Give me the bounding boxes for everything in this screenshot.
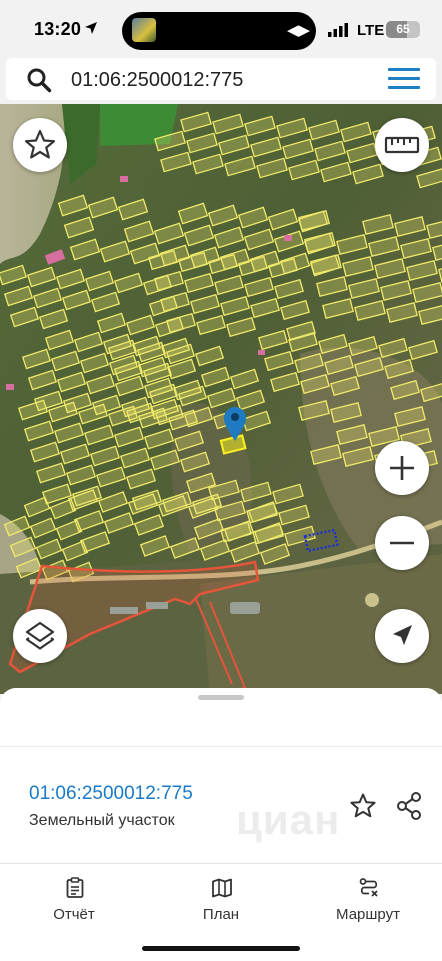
ruler-button[interactable] xyxy=(375,118,429,172)
sheet-divider xyxy=(0,746,442,747)
my-location-button[interactable] xyxy=(375,609,429,663)
search-input[interactable]: 01:06:2500012:775 xyxy=(71,69,243,92)
signal-icon xyxy=(328,23,348,37)
now-playing-thumbnail xyxy=(132,18,156,42)
tab-plan-label: План xyxy=(202,906,240,923)
layers-icon[interactable] xyxy=(13,609,67,663)
status-bar: 13:20 ◀▶ LTE 65 xyxy=(0,0,442,58)
sheet-drag-handle[interactable] xyxy=(198,695,244,700)
tab-report-label: Отчёт xyxy=(53,906,95,923)
tab-route-label: Маршрут xyxy=(336,906,400,923)
report-icon xyxy=(66,877,84,898)
map-plan-icon xyxy=(212,878,232,898)
favorite-button[interactable] xyxy=(13,118,67,172)
share-icon[interactable] xyxy=(395,791,423,821)
object-type-label: Земельный участок xyxy=(29,812,175,829)
navigation-arrow-icon[interactable] xyxy=(375,609,429,663)
tab-route[interactable]: Маршрут xyxy=(298,864,438,934)
search-icon[interactable] xyxy=(26,67,52,93)
location-arrow-icon xyxy=(85,22,97,34)
cadastral-number-link[interactable]: 01:06:2500012:775 xyxy=(29,783,193,805)
zoom-out-button[interactable] xyxy=(375,516,429,570)
route-icon xyxy=(359,878,378,897)
search-bar[interactable]: 01:06:2500012:775 xyxy=(6,58,436,100)
zoom-in-button[interactable] xyxy=(375,441,429,495)
layers-button[interactable] xyxy=(13,609,67,663)
tab-report[interactable]: Отчёт xyxy=(4,864,144,934)
dynamic-island: ◀▶ xyxy=(122,12,316,50)
menu-icon[interactable] xyxy=(388,68,420,90)
ruler-icon[interactable] xyxy=(375,118,429,172)
zoom-in-icon[interactable] xyxy=(375,441,429,495)
star-icon[interactable] xyxy=(13,118,67,172)
tab-plan[interactable]: План xyxy=(151,864,291,934)
bottom-tab-bar: Отчёт План Маршрут xyxy=(0,863,442,961)
round-structure xyxy=(365,593,379,607)
satellite-map[interactable] xyxy=(0,104,442,694)
network-type: LTE xyxy=(357,22,385,39)
zoom-out-icon[interactable] xyxy=(375,516,429,570)
status-time: 13:20 xyxy=(34,19,82,39)
battery-level: 65 xyxy=(396,22,410,36)
home-indicator[interactable] xyxy=(142,946,300,951)
bluetooth-icon: ◀▶ xyxy=(287,22,311,39)
battery-icon: 65 xyxy=(386,21,420,38)
pin-dot xyxy=(231,413,239,421)
watermark: циан xyxy=(236,796,341,843)
map-canvas[interactable] xyxy=(0,104,442,694)
star-outline-icon[interactable] xyxy=(349,792,377,820)
